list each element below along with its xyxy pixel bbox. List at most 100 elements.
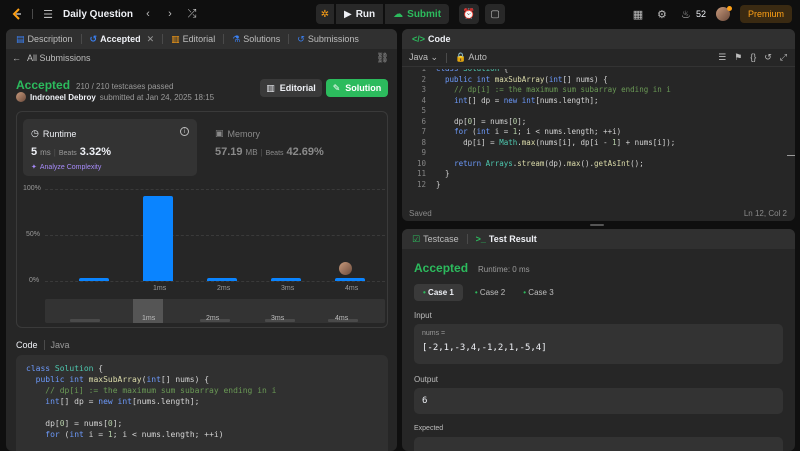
runtime-card[interactable]: ◷ Runtime i 5 ms | Beats 3.32% ✦ Analyze C… <box>23 119 197 176</box>
back-to-submissions[interactable]: ← All Submissions <box>12 53 91 63</box>
cursor-position: Ln 12, Col 2 <box>743 209 787 218</box>
mini-x-label: 4ms <box>335 315 349 322</box>
bar[interactable] <box>271 278 301 281</box>
editor-lines: class Solution { public int maxSubArray(… <box>436 69 675 190</box>
timer-icon[interactable]: ⏰ <box>459 4 480 24</box>
bar[interactable] <box>143 196 173 281</box>
input-label: Input <box>414 311 432 320</box>
run-button[interactable]: ▶ Run <box>336 4 384 24</box>
link-icon[interactable]: ⛓ <box>376 53 389 64</box>
language-select[interactable]: Java ⌄ <box>409 52 438 63</box>
code-line: } <box>436 179 441 189</box>
code-line: // dp[i] := the maximum sum subarray end… <box>45 386 277 395</box>
code-line: int[] dp = new int[nums.length]; <box>45 397 200 406</box>
close-tab-icon[interactable]: ✕ <box>147 34 155 45</box>
your-submission-avatar[interactable] <box>339 262 352 275</box>
tab-testcase[interactable]: ☑ Testcase <box>408 234 463 245</box>
divider: | <box>260 148 263 157</box>
x-tick-label: 3ms <box>281 285 295 292</box>
case-2-tab[interactable]: • Case 2 <box>469 284 511 301</box>
case-1-tab[interactable]: • Case 1 <box>414 284 463 301</box>
shuffle-icon[interactable]: ⤮ <box>185 8 199 21</box>
play-icon: ▶ <box>344 8 352 20</box>
reset-icon[interactable]: ↺ <box>764 52 772 63</box>
x-tick-label: 2ms <box>217 285 231 292</box>
leetcode-logo-icon[interactable] <box>10 7 24 21</box>
code-editor[interactable]: 123456789101112 class Solution { public … <box>402 69 795 199</box>
divider <box>32 9 33 19</box>
output-box[interactable]: 6 <box>414 388 783 414</box>
accepted-icon: ↺ <box>89 33 98 44</box>
editorial-button[interactable]: ▥ Editorial <box>260 79 322 97</box>
problem-list-icon[interactable]: ☰ <box>41 8 55 21</box>
tab-test-result[interactable]: >_ Test Result <box>472 234 541 244</box>
divider: | <box>53 148 56 157</box>
submissions-icon: ↺ <box>297 33 305 44</box>
case-3-tab[interactable]: • Case 3 <box>517 284 559 301</box>
chevron-right-icon[interactable]: › <box>163 8 177 20</box>
bookmark-icon[interactable]: ⚑ <box>734 52 742 63</box>
settings-icon[interactable]: ⚙ <box>655 8 669 21</box>
result-tabs: ☑ Testcase >_ Test Result <box>402 229 795 249</box>
line-number: 5 <box>421 106 426 115</box>
format-icon[interactable]: ☰ <box>718 52 726 63</box>
editor-scrollbar[interactable] <box>787 155 795 156</box>
left-panel: ▤ Description ↺ Accepted ✕ ▥ Editorial ⚗ Solu… <box>6 29 397 451</box>
bar[interactable] <box>335 278 365 281</box>
beats-label: Beats <box>265 150 284 157</box>
streak-counter[interactable]: ♨ 52 <box>679 8 706 21</box>
notes-icon[interactable]: ▢ <box>485 4 506 24</box>
submit-button[interactable]: ☁ Submit <box>385 4 450 24</box>
chart-overview-scrollbar[interactable]: 1ms 2ms 3ms 4ms <box>45 299 385 323</box>
beats-label: Beats <box>58 150 77 157</box>
terminal-icon: >_ <box>475 234 486 244</box>
code-line: return Arrays.stream(dp).max().getAsInt(… <box>454 158 644 168</box>
braces-icon[interactable]: {} <box>750 52 756 63</box>
line-number: 11 <box>416 169 426 178</box>
chevron-left-icon[interactable]: ‹ <box>141 8 155 20</box>
output-label: Output <box>414 375 439 384</box>
tab-editorial[interactable]: ▥ Editorial <box>167 34 219 45</box>
debug-icon[interactable]: ✲ <box>316 4 334 24</box>
runtime-value: 5 <box>31 146 38 158</box>
bar[interactable] <box>79 278 109 281</box>
username[interactable]: Indroneel Debroy <box>30 93 96 102</box>
panel-resize-handle[interactable] <box>590 224 604 226</box>
tab-description[interactable]: ▤ Description <box>12 34 77 45</box>
input-box[interactable]: nums = [-2,1,-3,4,-1,2,1,-5,4] <box>414 324 783 364</box>
submitted-code-block[interactable]: class Solution { public int maxSubArray(… <box>16 355 388 451</box>
input-variable: nums = <box>422 330 446 337</box>
analyze-complexity-link[interactable]: ✦ Analyze Complexity <box>31 163 101 172</box>
memory-beats: 42.69% <box>286 146 324 158</box>
problem-list-title[interactable]: Daily Question <box>63 9 133 20</box>
bar[interactable] <box>207 278 237 281</box>
code-line: public int maxSubArray(int[] nums) { <box>445 74 608 84</box>
code-line: class Solution { <box>26 364 104 373</box>
mini-x-label: 3ms <box>271 315 285 322</box>
autocomplete-mode[interactable]: 🔒 Auto <box>455 52 487 63</box>
x-tick-label: 4ms <box>345 285 359 292</box>
tab-code[interactable]: </> Code <box>408 34 455 44</box>
output-value: 6 <box>422 396 428 406</box>
tab-solutions[interactable]: ⚗ Solutions <box>228 34 284 45</box>
avatar[interactable] <box>715 6 732 21</box>
tab-accepted[interactable]: ↺ Accepted ✕ <box>86 34 159 45</box>
solution-button[interactable]: ✎ Solution <box>326 79 388 97</box>
tab-submissions[interactable]: ↺ Submissions <box>293 34 363 45</box>
memory-card[interactable]: ▣ Memory 57.19 MB | Beats 42.69% <box>215 119 375 176</box>
mini-x-label: 2ms <box>206 315 220 322</box>
premium-button[interactable]: Premium <box>739 5 792 23</box>
grid-icon[interactable]: ▦ <box>631 8 645 21</box>
user-avatar[interactable] <box>16 92 26 102</box>
notification-dot <box>726 6 732 11</box>
line-number: 9 <box>421 148 426 157</box>
fullscreen-icon[interactable]: ⤢ <box>780 52 787 63</box>
grid-line <box>45 189 385 190</box>
info-icon[interactable]: i <box>180 127 189 136</box>
memory-chip-icon: ▣ <box>215 128 224 138</box>
expected-box[interactable] <box>414 437 783 451</box>
book-icon: ▥ <box>266 82 275 93</box>
